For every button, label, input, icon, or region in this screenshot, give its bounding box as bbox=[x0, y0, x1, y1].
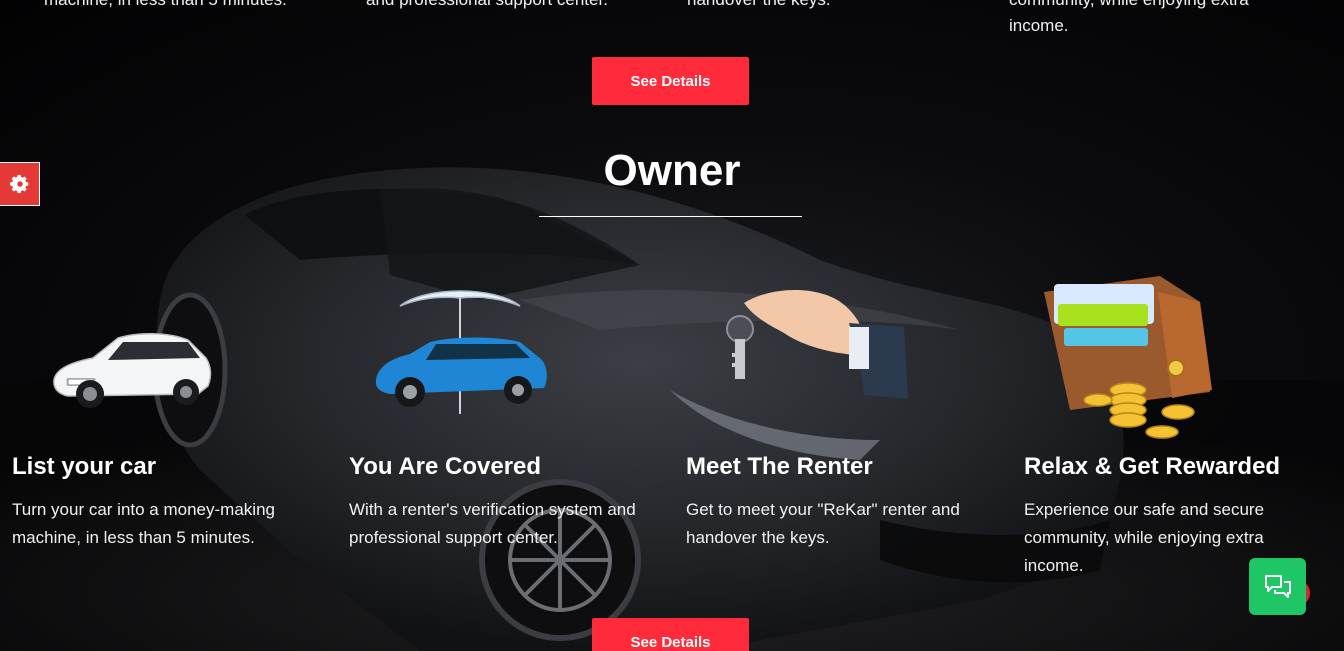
title-underline bbox=[539, 216, 802, 217]
settings-tab[interactable] bbox=[0, 162, 40, 206]
gear-icon bbox=[9, 174, 28, 194]
feature-meet-the-renter: Meet The Renter Get to meet your "ReKar"… bbox=[686, 450, 1006, 552]
top-feature-text-5: income. bbox=[1009, 16, 1069, 35]
hand-key-icon bbox=[726, 289, 908, 399]
see-details-button-top[interactable]: See Details bbox=[592, 57, 749, 105]
feature-description: With a renter's verification system and … bbox=[349, 500, 636, 547]
feature-title: List your car bbox=[12, 453, 157, 480]
feature-description: Turn your car into a money-making machin… bbox=[12, 500, 275, 547]
feature-title: Relax & Get Rewarded bbox=[1024, 453, 1281, 480]
white-sedan-icon bbox=[53, 332, 212, 408]
top-feature-text-3: handover the keys. bbox=[687, 0, 831, 14]
feature-list-your-car: List your car Turn your car into a money… bbox=[12, 450, 332, 552]
feature-you-are-covered: You Are Covered With a renter's verifica… bbox=[349, 450, 669, 552]
feature-title: Meet The Renter bbox=[686, 453, 873, 480]
top-feature-text-2: and professional support center. bbox=[366, 0, 608, 14]
car-umbrella-icon bbox=[375, 290, 547, 414]
feature-description: Get to meet your "ReKar" renter and hand… bbox=[686, 500, 960, 547]
section-title: Owner bbox=[603, 146, 741, 195]
wallet-coins-icon bbox=[1044, 276, 1212, 439]
see-details-button[interactable]: See Details bbox=[592, 618, 749, 651]
chat-button[interactable] bbox=[1249, 558, 1306, 615]
owner-section-page: machine, in less than 5 minutes. and pro… bbox=[0, 0, 1344, 651]
chat-icon bbox=[1264, 574, 1291, 598]
feature-title: You Are Covered bbox=[349, 453, 542, 480]
top-feature-text-1: machine, in less than 5 minutes. bbox=[44, 0, 287, 14]
